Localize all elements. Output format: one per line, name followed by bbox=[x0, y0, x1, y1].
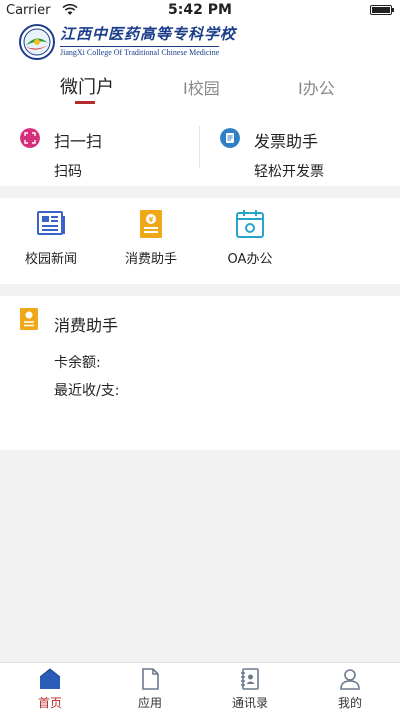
divider bbox=[199, 126, 200, 168]
tab-label: 应用 bbox=[137, 696, 162, 710]
tab-portal[interactable]: 微门户 bbox=[60, 73, 114, 99]
tab-label: 首页 bbox=[37, 696, 62, 710]
news-icon bbox=[37, 211, 65, 235]
tab-apps[interactable]: 应用 bbox=[100, 667, 200, 710]
scan-subtitle: 扫码 bbox=[54, 164, 82, 180]
college-name-cn: 江西中医药高等专科学校 bbox=[60, 25, 237, 43]
app-label: 消费助手 bbox=[124, 252, 177, 267]
document-icon bbox=[142, 668, 159, 690]
college-name-en: JiangXi College Of Traditional Chinese M… bbox=[60, 46, 220, 57]
invoice-icon bbox=[220, 128, 240, 148]
app-consume[interactable]: 消费助手 bbox=[111, 208, 191, 267]
app-label: 校园新闻 bbox=[24, 252, 77, 267]
college-logo-icon bbox=[19, 24, 55, 60]
app-header: 江西中医药高等专科学校 JiangXi College Of Tradition… bbox=[0, 20, 400, 68]
profile-icon bbox=[340, 669, 360, 690]
calendar-icon bbox=[236, 210, 264, 238]
home-icon bbox=[39, 668, 61, 689]
tab-label: 我的 bbox=[337, 696, 362, 710]
consume-icon bbox=[140, 210, 162, 238]
bottom-tab-bar: 首页 应用 通讯录 我的 bbox=[0, 662, 400, 710]
invoice-subtitle: 轻松开发票 bbox=[254, 164, 324, 180]
active-tab-indicator bbox=[75, 101, 95, 104]
scan-title: 扫一扫 bbox=[54, 132, 103, 151]
recent-transactions-label: 最近收/支: bbox=[54, 383, 120, 399]
apps-grid: 校园新闻 消费助手 OA办公 bbox=[0, 198, 400, 284]
tab-label: 通讯录 bbox=[231, 696, 268, 710]
app-campus-news[interactable]: 校园新闻 bbox=[11, 208, 91, 267]
scan-icon bbox=[20, 128, 40, 148]
app-label: OA办公 bbox=[227, 252, 273, 267]
tab-office[interactable]: I办公 bbox=[298, 75, 335, 99]
status-bar: Carrier 5:42 PM bbox=[0, 0, 400, 20]
contacts-icon bbox=[241, 668, 259, 690]
quick-actions: 扫一扫 扫码 发票助手 轻松开发票 bbox=[0, 108, 400, 186]
clock: 5:42 PM bbox=[168, 2, 232, 18]
consume-card-title: 消费助手 bbox=[54, 316, 119, 335]
tab-contacts[interactable]: 通讯录 bbox=[200, 667, 300, 710]
tab-home[interactable]: 首页 bbox=[0, 667, 100, 710]
tab-campus[interactable]: I校园 bbox=[183, 75, 220, 99]
invoice-title: 发票助手 bbox=[254, 132, 319, 151]
app-oa[interactable]: OA办公 bbox=[210, 208, 290, 267]
top-tabs: 微门户 I校园 I办公 bbox=[0, 68, 400, 108]
consume-icon bbox=[20, 308, 38, 330]
card-balance-label: 卡余额: bbox=[54, 355, 101, 371]
tab-profile[interactable]: 我的 bbox=[300, 667, 400, 710]
consume-card[interactable]: 消费助手 卡余额: 最近收/支: bbox=[0, 296, 400, 450]
battery-icon bbox=[370, 5, 394, 15]
